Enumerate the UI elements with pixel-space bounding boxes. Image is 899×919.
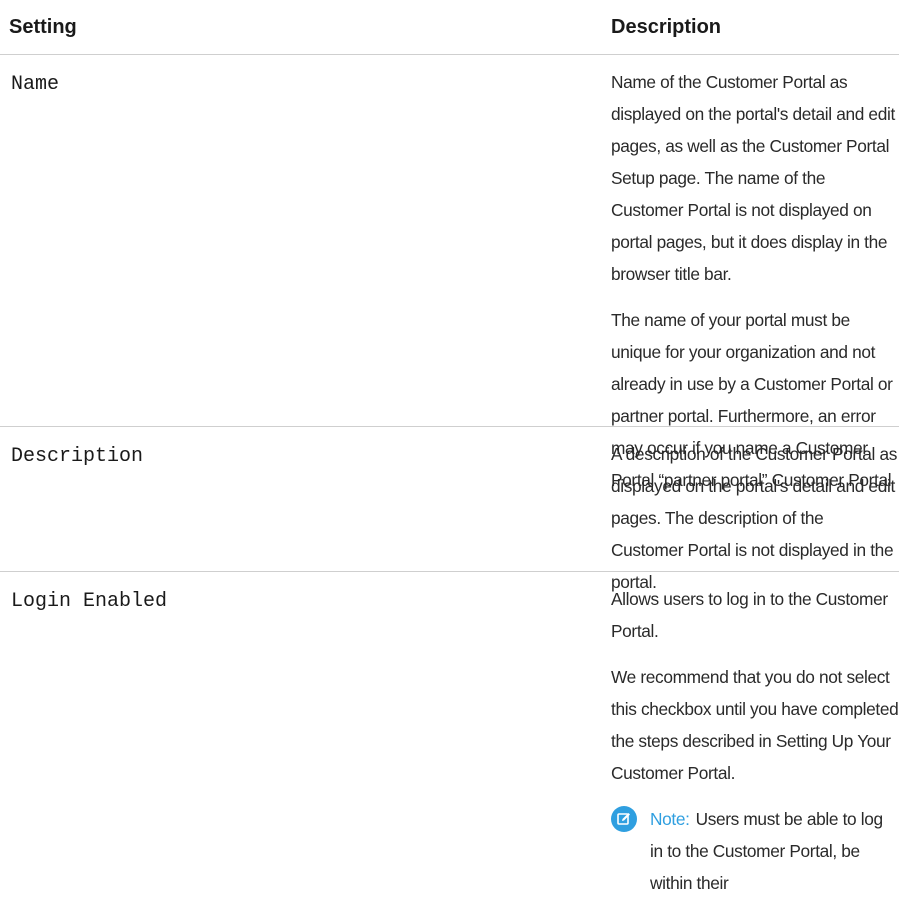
settings-table: Setting Description Name Name of the Cus… — [0, 0, 899, 915]
table-header-row: Setting Description — [0, 0, 899, 55]
description-cell: Name of the Customer Portal as displayed… — [611, 55, 899, 490]
description-column-header: Description — [611, 15, 722, 38]
setting-name: Name — [11, 73, 60, 96]
setting-column-header: Setting — [9, 15, 77, 38]
description-paragraph: Allows users to log in to the Customer P… — [611, 589, 888, 641]
table-row-description: Description A description of the Custome… — [0, 427, 899, 592]
table-row-login-enabled: Login Enabled Allows users to log in to … — [0, 572, 899, 915]
setting-name: Login Enabled — [11, 590, 168, 613]
description-paragraph: Name of the Customer Portal as displayed… — [611, 72, 895, 284]
description-paragraph: We recommend that you do not select this… — [611, 667, 899, 783]
note-label: Note: — [650, 809, 690, 829]
description-cell: A description of the Customer Portal as … — [611, 427, 899, 592]
description-cell: Allows users to log in to the Customer P… — [611, 572, 899, 915]
note-callout: Note: Users must be able to log in to the… — [611, 803, 899, 899]
note-text: Note: Users must be able to log in to the… — [650, 803, 899, 899]
edit-note-icon — [611, 806, 637, 832]
setting-name: Description — [11, 445, 144, 468]
table-row-name: Name Name of the Customer Portal as disp… — [0, 55, 899, 490]
